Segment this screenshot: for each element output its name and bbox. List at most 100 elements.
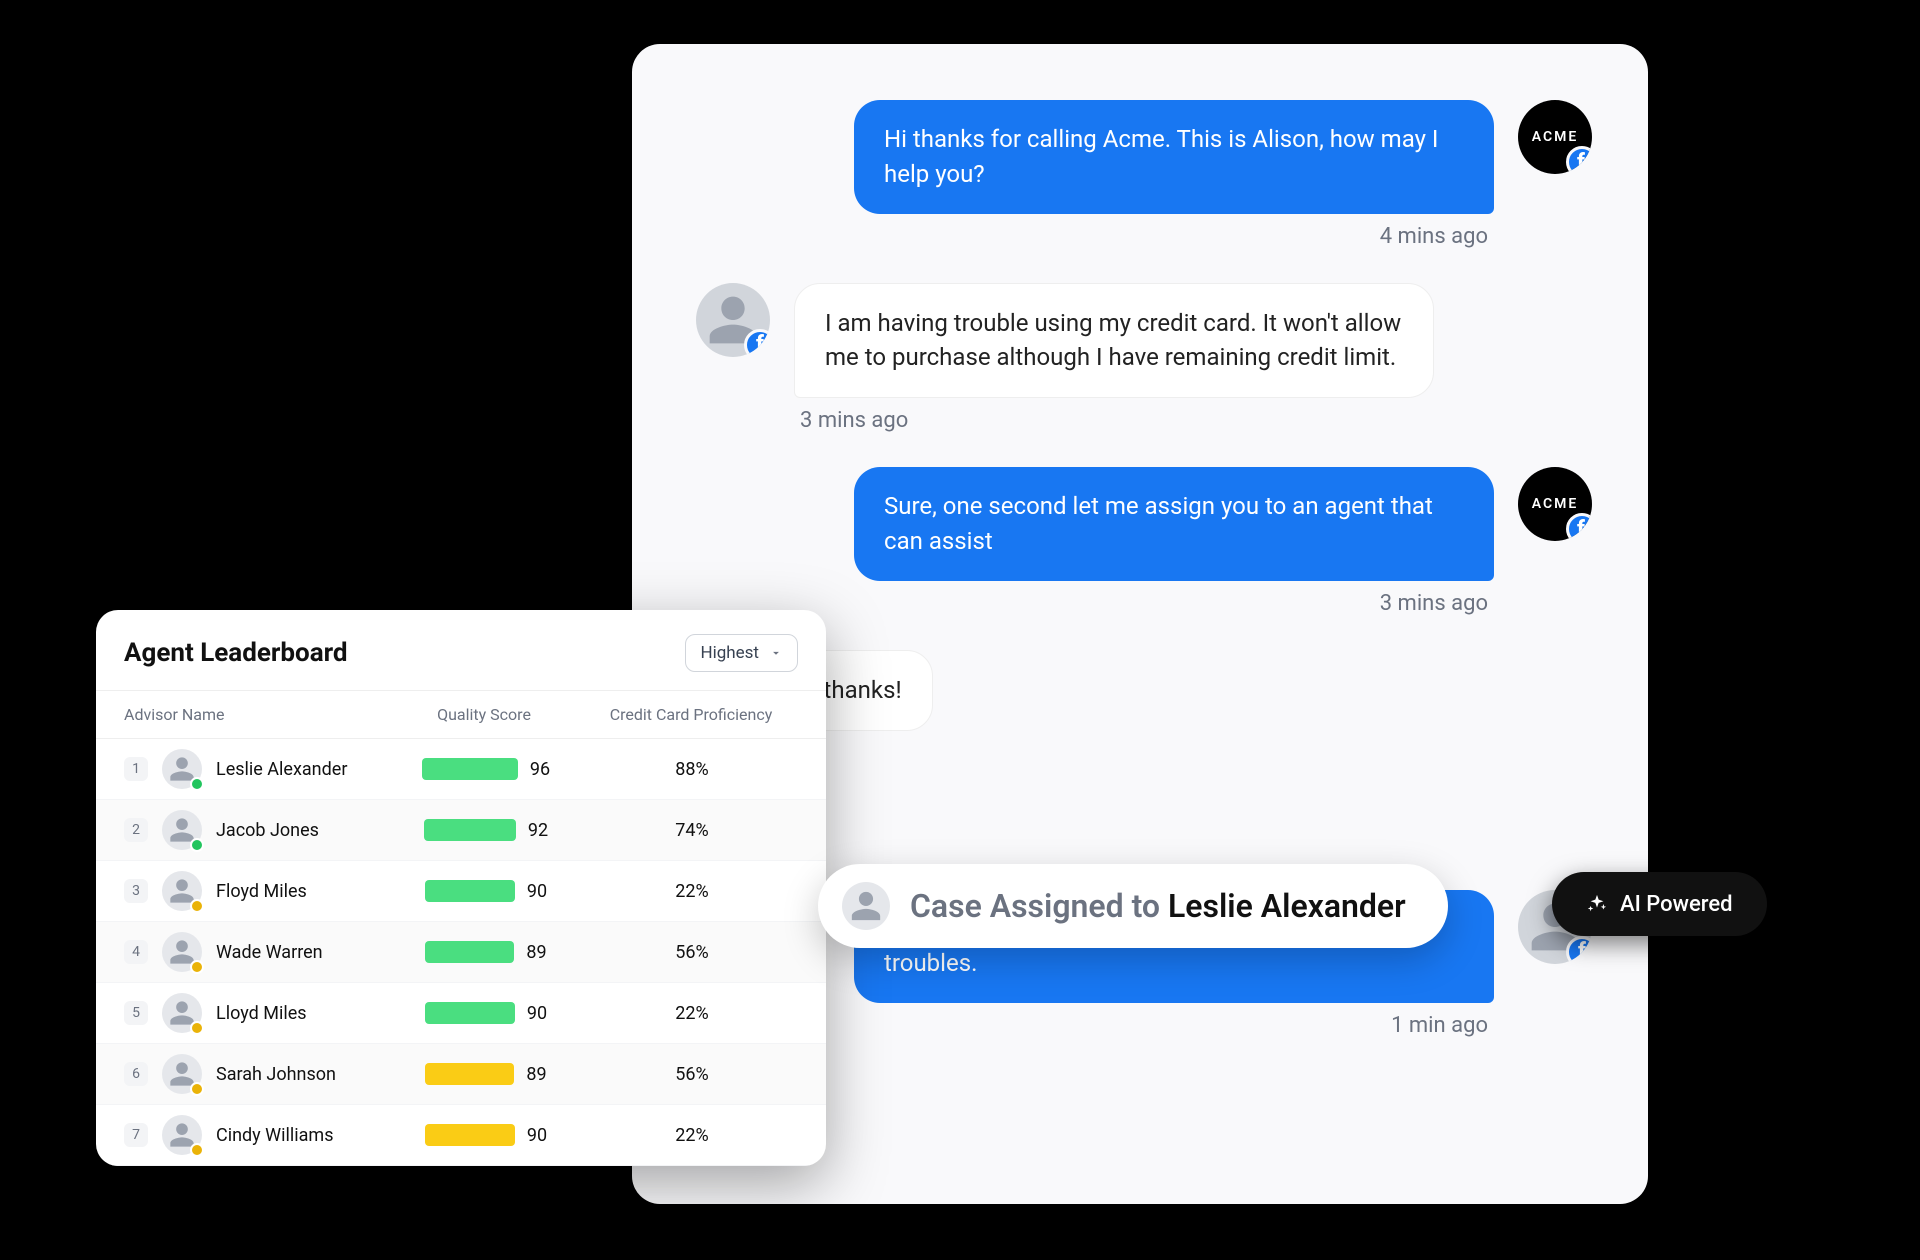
score-bar <box>425 1002 515 1024</box>
status-dot-icon <box>190 838 204 852</box>
facebook-badge-icon: f <box>1566 513 1592 541</box>
rank-badge: 3 <box>124 879 148 903</box>
avatar-customer: f <box>696 283 770 357</box>
score-value: 89 <box>526 942 546 963</box>
proficiency-value: 22% <box>586 881 798 902</box>
chat-timestamp: 1 min ago <box>696 1013 1592 1038</box>
agent-name: Jacob Jones <box>216 820 386 841</box>
status-dot-icon <box>190 960 204 974</box>
score-bar <box>425 1063 514 1085</box>
case-assigned-name: Leslie Alexander <box>1168 887 1406 925</box>
facebook-badge-icon: f <box>1566 936 1592 964</box>
quality-score-cell: 89 <box>386 941 586 963</box>
agent-avatar <box>162 810 202 850</box>
status-dot-icon <box>190 1082 204 1096</box>
chat-message: f I am having trouble using my credit ca… <box>696 283 1592 399</box>
sort-dropdown[interactable]: Highest <box>685 634 798 672</box>
chat-bubble: Sure, one second let me assign you to an… <box>854 467 1494 581</box>
case-assigned-banner: Case Assigned to Leslie Alexander <box>818 864 1448 948</box>
proficiency-value: 22% <box>586 1125 798 1146</box>
agent-name: Floyd Miles <box>216 881 386 902</box>
chat-timestamp: 3 mins ago <box>696 408 1592 433</box>
col-header-proficiency: Credit Card Proficiency <box>584 705 798 724</box>
score-value: 90 <box>527 1125 547 1146</box>
agent-leaderboard-panel: Agent Leaderboard Highest Advisor Name Q… <box>96 610 826 1166</box>
score-bar <box>425 1124 515 1146</box>
acme-logo-text: ACME <box>1532 129 1579 145</box>
chat-timestamp: s ago <box>696 741 1592 766</box>
status-dot-icon <box>190 899 204 913</box>
quality-score-cell: 92 <box>386 819 586 841</box>
rank-badge: 1 <box>124 757 148 781</box>
quality-score-cell: 96 <box>386 758 586 780</box>
agent-avatar <box>162 749 202 789</box>
chevron-down-icon <box>769 646 783 660</box>
leaderboard-row[interactable]: 6 Sarah Johnson 89 56% <box>96 1044 826 1105</box>
score-value: 92 <box>528 820 548 841</box>
status-dot-icon <box>190 777 204 791</box>
rank-badge: 5 <box>124 1001 148 1025</box>
sort-dropdown-label: Highest <box>700 643 759 663</box>
leaderboard-title: Agent Leaderboard <box>124 638 348 668</box>
quality-score-cell: 89 <box>386 1063 586 1085</box>
leaderboard-row[interactable]: 3 Floyd Miles 90 22% <box>96 861 826 922</box>
leaderboard-row[interactable]: 2 Jacob Jones 92 74% <box>96 800 826 861</box>
score-value: 90 <box>527 881 547 902</box>
agent-name: Leslie Alexander <box>216 759 386 780</box>
agent-avatar <box>162 1115 202 1155</box>
score-bar <box>425 941 514 963</box>
agent-avatar <box>162 932 202 972</box>
proficiency-value: 74% <box>586 820 798 841</box>
avatar-acme: ACME f <box>1518 100 1592 174</box>
quality-score-cell: 90 <box>386 1002 586 1024</box>
facebook-badge-icon: f <box>1566 146 1592 174</box>
leaderboard-row[interactable]: 1 Leslie Alexander 96 88% <box>96 739 826 800</box>
score-value: 90 <box>527 1003 547 1024</box>
rank-badge: 7 <box>124 1123 148 1147</box>
col-header-name: Advisor Name <box>124 705 384 724</box>
proficiency-value: 22% <box>586 1003 798 1024</box>
rank-badge: 2 <box>124 818 148 842</box>
ai-powered-badge: AI Powered <box>1552 872 1767 936</box>
col-header-score: Quality Score <box>384 705 584 724</box>
agent-avatar <box>162 993 202 1033</box>
acme-logo-text: ACME <box>1532 496 1579 512</box>
score-bar <box>422 758 518 780</box>
chat-message: Sure, one second let me assign you to an… <box>696 467 1592 581</box>
proficiency-value: 56% <box>586 1064 798 1085</box>
agent-avatar <box>162 871 202 911</box>
status-dot-icon <box>190 1143 204 1157</box>
proficiency-value: 56% <box>586 942 798 963</box>
leaderboard-column-headers: Advisor Name Quality Score Credit Card P… <box>96 690 826 739</box>
avatar-acme: ACME f <box>1518 467 1592 541</box>
agent-avatar <box>162 1054 202 1094</box>
score-value: 89 <box>526 1064 546 1085</box>
leaderboard-row[interactable]: 4 Wade Warren 89 56% <box>96 922 826 983</box>
leaderboard-row[interactable]: 5 Lloyd Miles 90 22% <box>96 983 826 1044</box>
score-bar <box>424 819 516 841</box>
score-bar <box>425 880 515 902</box>
agent-name: Cindy Williams <box>216 1125 386 1146</box>
avatar-assigned-agent <box>842 882 890 930</box>
rank-badge: 4 <box>124 940 148 964</box>
case-assigned-prefix: Case Assigned to <box>910 887 1168 925</box>
facebook-badge-icon: f <box>744 329 770 357</box>
leaderboard-body: 1 Leslie Alexander 96 88% 2 Jacob Jones … <box>96 739 826 1166</box>
ai-powered-label: AI Powered <box>1620 892 1733 917</box>
case-assigned-text: Case Assigned to Leslie Alexander <box>910 887 1406 925</box>
status-dot-icon <box>190 1021 204 1035</box>
agent-name: Lloyd Miles <box>216 1003 386 1024</box>
rank-badge: 6 <box>124 1062 148 1086</box>
chat-timestamp: 3 mins ago <box>696 591 1592 616</box>
chat-bubble: I am having trouble using my credit card… <box>794 283 1434 399</box>
chat-timestamp: 4 mins ago <box>696 224 1592 249</box>
proficiency-value: 88% <box>586 759 798 780</box>
quality-score-cell: 90 <box>386 1124 586 1146</box>
agent-name: Wade Warren <box>216 942 386 963</box>
leaderboard-row[interactable]: 7 Cindy Williams 90 22% <box>96 1105 826 1166</box>
chat-message: Hi thanks for calling Acme. This is Alis… <box>696 100 1592 214</box>
chat-bubble: Hi thanks for calling Acme. This is Alis… <box>854 100 1494 214</box>
agent-name: Sarah Johnson <box>216 1064 386 1085</box>
score-value: 96 <box>530 759 550 780</box>
sparkle-icon <box>1586 893 1608 915</box>
